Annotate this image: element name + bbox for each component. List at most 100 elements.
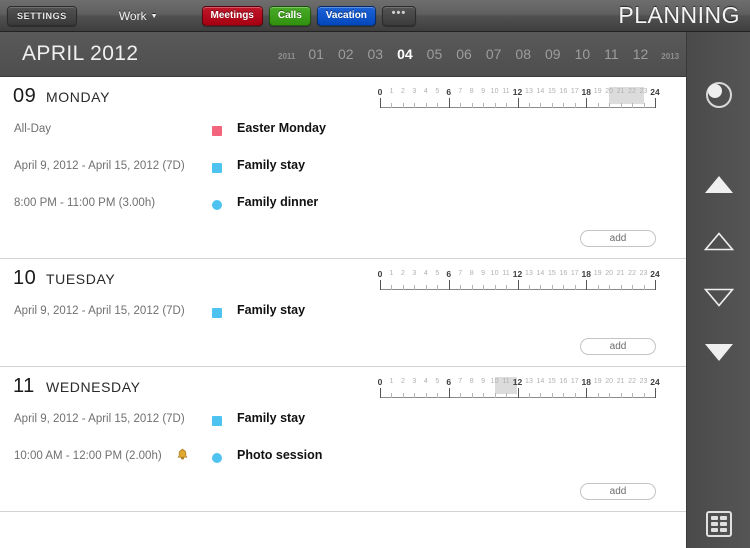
ruler-tick [402,393,404,398]
event-row[interactable]: All-Day Easter Monday [0,113,686,150]
month-tab-03[interactable]: 03 [361,46,391,62]
ruler-hour-label: 9 [481,88,486,95]
ruler-tick [574,393,576,398]
ruler-hour-label: 11 [502,270,510,277]
day-header[interactable]: 11 WEDNESDAY 0 1 2 3 4 5 6 7 8 9 10 11 12 13 14 15 16 17 18 1… [0,367,686,403]
ruler-hour-label: 24 [650,87,660,97]
ruler-tick [540,103,542,108]
add-event-button[interactable]: add [580,230,656,247]
prev-year-label[interactable]: 2011 [272,52,301,61]
current-month-title: APRIL 2012 [22,42,139,65]
month-tab-05[interactable]: 05 [420,46,450,62]
ruler-tick [380,388,381,398]
day-header[interactable]: 09 MONDAY 0 1 2 3 4 5 6 7 8 9 10 11 12 13 14 15 16 17 18 19 20… [0,77,686,113]
category-chip-label: Calls [277,10,302,21]
category-chip-meetings[interactable]: Meetings [201,5,263,26]
ruler-hour-label: 0 [377,87,383,97]
page-down-button[interactable] [704,344,733,361]
event-time: All-Day [14,123,52,135]
month-tab-08[interactable]: 08 [508,46,538,62]
hour-ruler[interactable]: 0 1 2 3 4 5 6 7 8 9 10 11 12 13 14 15 16 17 18 19 20 21 22 23 24 [377,87,660,113]
ruler-hour-label: 19 [593,88,602,95]
category-chip-calls[interactable]: Calls [268,5,311,26]
ruler-tick [551,103,553,108]
event-row[interactable]: 8:00 PM - 11:00 PM (3.00h) Family dinner [0,187,686,224]
month-tab-02[interactable]: 02 [331,46,361,62]
month-tab-09[interactable]: 09 [538,46,568,62]
event-color-chip [212,126,222,136]
ruler-hour-label: 22 [628,270,636,277]
ruler-tick [414,103,416,108]
event-color-chip [212,416,222,426]
ruler-tick [380,280,381,290]
ruler-tick [609,393,611,398]
ruler-tick [632,285,634,290]
next-year-label[interactable]: 2013 [655,52,685,61]
hour-ruler[interactable]: 0 1 2 3 4 5 6 7 8 9 10 11 12 13 14 15 16 17 18 19 20 21 22 23 24 [378,269,660,295]
ruler-hour-label: 23 [639,378,648,385]
grid-view-button[interactable] [705,511,732,537]
ruler-hour-label: 13 [525,378,533,385]
add-event-button[interactable]: add [580,338,656,355]
day-header[interactable]: 10 TUESDAY 0 1 2 3 4 5 6 7 8 9 10 11 12 13 14 15 16 17 18 19 2… [0,259,686,295]
ruler-hour-label: 8 [469,378,474,385]
event-row[interactable]: April 9, 2012 - April 15, 2012 (7D) Famil… [0,403,686,440]
hour-ruler[interactable]: 0 1 2 3 4 5 6 7 8 9 10 11 12 13 14 15 16 17 18 19 20 21 22 23 24 [377,377,660,403]
month-tab-06[interactable]: 06 [449,46,479,62]
event-color-chip [212,308,222,318]
category-filter-group: Meetings Calls Vacation ••• [201,5,416,26]
day-list[interactable]: 0 9 MONDAY 0 1 2 3 4 5 6 7 8 9 10 11 12 13 14 15 16 17 18 19 20… [0,77,686,548]
ruler-tick [655,280,656,290]
month-tab-07[interactable]: 07 [479,46,509,62]
ruler-hour-label: 23 [639,270,648,277]
event-row[interactable]: April 9, 2012 - April 15, 2012 (7D) Famil… [0,150,686,187]
ruler-tick [506,285,508,290]
add-row: add [0,483,686,511]
triangle-down-filled-icon [704,344,733,361]
today-button[interactable] [705,82,732,108]
ruler-hour-label: 4 [423,88,428,95]
alarm-bell-icon [176,448,189,461]
ruler-tick [551,393,553,398]
ruler-tick [517,388,519,398]
event-row[interactable]: 10:00 AM - 12:00 PM (2.00h) Photo session [0,440,686,477]
day-weekday-label: MONDAY [46,89,111,105]
ruler-hour-label: 11 [502,88,510,95]
ruler-hour-label: 10 [490,378,499,385]
ruler-tick [586,98,588,108]
ruler-tick [563,103,565,108]
ruler-tick [506,393,508,398]
month-tab-12[interactable]: 12 [626,46,656,62]
ruler-tick [460,285,462,290]
step-down-button[interactable] [703,288,734,307]
ruler-hour-label: 18 [581,269,591,279]
ruler-hour-label: 1 [389,378,394,385]
event-row[interactable]: April 9, 2012 - April 15, 2012 (7D) Famil… [0,295,686,332]
ruler-tick [471,103,473,108]
grid-view-icon [705,511,732,537]
page-up-button[interactable] [704,176,733,193]
ruler-tick [391,103,393,108]
ruler-hour-label: 4 [423,378,428,385]
category-chip-vacation[interactable]: Vacation [316,5,376,26]
ruler-hour-label: 10 [490,88,499,95]
profile-dropdown[interactable]: Work ▼ [119,9,158,23]
month-tab-11[interactable]: 11 [597,46,626,62]
ruler-hour-label: 0 [377,377,383,387]
month-tab-04[interactable]: 04 [390,46,420,62]
ruler-hour-label: 5 [435,270,440,277]
ruler-hour-label: 21 [616,378,625,385]
settings-button[interactable]: SETTINGS [7,5,77,26]
ruler-hour-label: 7 [458,378,463,385]
circle-today-icon [705,82,732,108]
ruler-hour-label: 18 [581,377,591,387]
step-up-button[interactable] [703,232,734,251]
ruler-tick [620,393,622,398]
add-event-button[interactable]: add [580,483,656,500]
month-tab-01[interactable]: 01 [301,46,331,62]
add-row: add [0,338,686,366]
month-tab-10[interactable]: 10 [568,46,598,62]
event-time: April 9, 2012 - April 15, 2012 (7D) [14,160,185,172]
more-categories-button[interactable]: ••• [381,5,416,26]
profile-label: Work [118,8,147,23]
